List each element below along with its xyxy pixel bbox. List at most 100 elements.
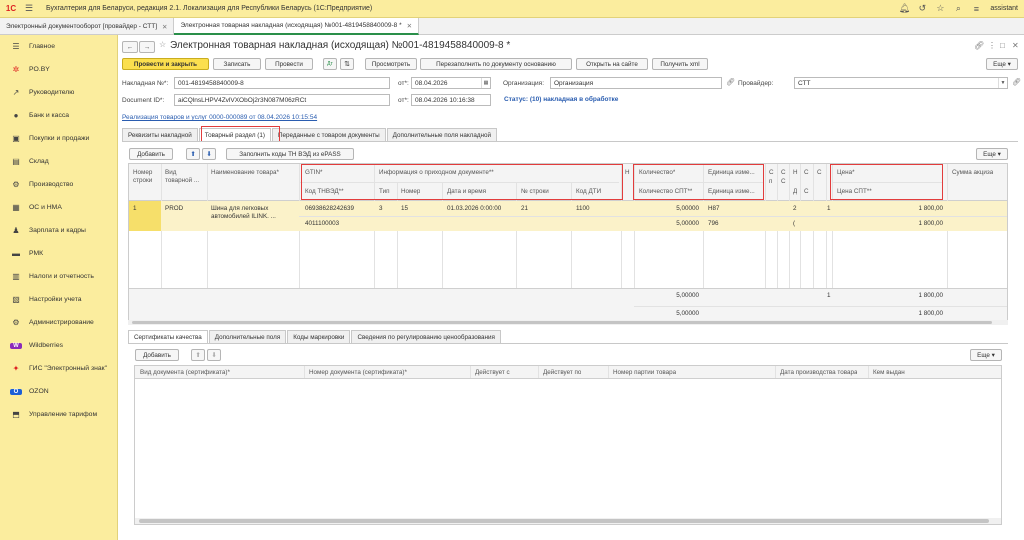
chevron-down-icon[interactable]: ▼ [998, 78, 1007, 88]
tab-extra-fields[interactable]: Дополнительные поля [208, 330, 287, 343]
more-button[interactable]: Еще ▾ [986, 58, 1018, 70]
fill-tnved-button[interactable]: Заполнить коды ТН ВЭД из ePASS [226, 148, 354, 160]
link-icon[interactable]: 🔗︎ [974, 41, 984, 50]
sidebar-item-settings[interactable]: ▧ Настройки учета [0, 288, 117, 311]
col-incoming-doc[interactable]: Информация о приходном документе** [379, 169, 494, 177]
cell-unit-spt[interactable]: 796 [708, 220, 719, 227]
open-tab-edo[interactable]: Электронный документооборот [провайдер -… [0, 18, 175, 35]
col-valid-to[interactable]: Действует по [543, 369, 581, 377]
cell-type[interactable]: 3 [379, 205, 383, 212]
col-number[interactable]: Номер [401, 188, 420, 196]
close-icon[interactable]: ✕ [407, 22, 412, 30]
cell-c5[interactable]: 1 [827, 205, 831, 212]
cell-c3-sub[interactable]: ( [793, 220, 795, 227]
cell-price-spt[interactable]: 1 800,00 [837, 220, 943, 227]
items-more-button[interactable]: Еще ▾ [976, 148, 1008, 160]
open-tab-invoice[interactable]: Электронная товарная накладная (исходяща… [174, 18, 420, 35]
scrollbar-thumb[interactable] [139, 519, 989, 523]
post-and-close-button[interactable]: Провести и закрыть [122, 58, 209, 70]
sidebar-item-rmk[interactable]: ▬ РМК [0, 242, 117, 265]
move-up-icon[interactable]: ⬆ [191, 349, 205, 361]
cell-quantity-spt[interactable]: 5,00000 [639, 220, 699, 227]
sidebar-item-assets[interactable]: ▦ ОС и НМА [0, 196, 117, 219]
sidebar-item-warehouse[interactable]: ▤ Склад [0, 150, 117, 173]
back-button[interactable]: ← [122, 41, 138, 53]
preview-button[interactable]: Просмотреть [365, 58, 417, 70]
tab-transferred-documents[interactable]: Переданные с товаром документы [271, 128, 386, 141]
star-icon[interactable]: ☆ [933, 3, 947, 14]
col-document-number[interactable]: Номер документа (сертификата)* [309, 369, 407, 377]
cell-goods-type[interactable]: PROD [165, 205, 183, 212]
provider-field[interactable]: СТТ ▼ [794, 77, 1008, 89]
add-certificate-button[interactable]: Добавить [135, 349, 179, 361]
cell-c3[interactable]: 2 [793, 205, 797, 212]
cell-row-number[interactable]: 1 [133, 205, 137, 212]
scrollbar-thumb[interactable] [132, 321, 992, 324]
history-icon[interactable]: ↺ [915, 3, 929, 14]
col-goods-type[interactable]: Вид товарной ... [165, 169, 205, 185]
star-icon[interactable]: ☆ [159, 40, 166, 49]
sidebar-item-sales[interactable]: ▣ Покупки и продажи [0, 127, 117, 150]
user-name[interactable]: assistant [990, 5, 1018, 12]
col-c1[interactable]: С [769, 169, 774, 177]
tab-price-regulation[interactable]: Сведения по регулированию ценообразовани… [351, 330, 501, 343]
col-quantity-spt[interactable]: Количество СПТ** [639, 188, 692, 196]
col-c3[interactable]: Н [793, 169, 798, 177]
col-unit-spt[interactable]: Единица изме... [708, 188, 755, 196]
maximize-icon[interactable]: □ [1000, 41, 1005, 50]
add-row-button[interactable]: Добавить [129, 148, 173, 160]
cell-datetime[interactable]: 01.03.2026 0:00:00 [447, 205, 501, 212]
forward-button[interactable]: → [139, 41, 155, 53]
search-icon[interactable]: ⌕ [951, 3, 965, 14]
sidebar-item-production[interactable]: ⚙ Производство [0, 173, 117, 196]
sidebar-item-salary[interactable]: ♟ Зарплата и кадры [0, 219, 117, 242]
organization-field[interactable]: Организация [550, 77, 722, 89]
col-price-spt[interactable]: Цена СПТ** [837, 188, 872, 196]
cell-unit[interactable]: H87 [708, 205, 720, 212]
calendar-icon[interactable]: ▦ [481, 78, 490, 88]
col-price[interactable]: Цена* [837, 169, 855, 177]
col-type[interactable]: Тип [379, 188, 390, 196]
cell-line-number[interactable]: 21 [521, 205, 528, 212]
col-c4[interactable]: С [804, 169, 809, 177]
more-vertical-icon[interactable]: ⋮ [988, 41, 996, 50]
close-icon[interactable]: ✕ [162, 23, 167, 31]
bell-icon[interactable]: 🔔︎ [897, 3, 911, 14]
col-line-number[interactable]: № строки [521, 188, 549, 196]
certificates-table[interactable]: Вид документа (сертификата)* Номер докум… [134, 365, 1002, 525]
link-icon[interactable]: 🔗︎ [1012, 78, 1021, 86]
basis-document-link[interactable]: Реализация товаров и услуг 0000-000089 о… [122, 114, 317, 121]
refill-button[interactable]: Перезаполнить по документу основанию [420, 58, 572, 70]
horizontal-scrollbar[interactable] [128, 320, 1008, 325]
col-quantity[interactable]: Количество* [639, 169, 675, 177]
cell-quantity[interactable]: 5,00000 [639, 205, 699, 212]
open-site-button[interactable]: Открыть на сайте [576, 58, 648, 70]
sidebar-item-ozon[interactable]: O OZON [0, 380, 117, 403]
col-document-type[interactable]: Вид документа (сертификата)* [140, 369, 230, 377]
cell-gtin[interactable]: 06938628242639 [305, 205, 354, 212]
tab-quality-certificates[interactable]: Сертификаты качества [128, 330, 208, 343]
app-logo[interactable]: 1С [0, 0, 22, 18]
sidebar-item-admin[interactable]: ⚙ Администрирование [0, 311, 117, 334]
col-c5[interactable]: С [817, 169, 822, 177]
tab-invoice-details[interactable]: Реквизиты накладной [122, 128, 198, 141]
col-goods-name[interactable]: Наименование товара* [211, 169, 279, 177]
tab-additional-fields[interactable]: Дополнительные поля накладной [386, 128, 497, 141]
close-icon[interactable]: ✕ [1012, 41, 1019, 50]
sidebar-item-manager[interactable]: ↗ Руководителю [0, 81, 117, 104]
certificates-more-button[interactable]: Еще ▾ [970, 349, 1002, 361]
invoice-number-field[interactable]: 001-4819458840009-8 [174, 77, 390, 89]
cell-tnved[interactable]: 4011100003 [305, 220, 339, 227]
link-icon[interactable]: 🔗︎ [726, 78, 735, 86]
col-tnved[interactable]: Код ТНВЭД** [305, 188, 344, 196]
date-field[interactable]: 08.04.2026 ▦ [411, 77, 491, 89]
datetime-field[interactable]: 08.04.2026 10:16:38 [411, 94, 491, 106]
sidebar-item-wildberries[interactable]: W Wildberries [0, 334, 117, 357]
col-row-number[interactable]: Номер строки [133, 169, 163, 185]
cell-number[interactable]: 15 [401, 205, 408, 212]
sidebar-item-gis[interactable]: ✦ ГИС "Электронный знак" [0, 357, 117, 380]
col-datetime[interactable]: Дата и время [447, 188, 486, 196]
dt-kt-icon[interactable]: Дт [323, 58, 337, 70]
horizontal-scrollbar[interactable] [135, 518, 1001, 524]
col-gtin[interactable]: GTIN* [305, 169, 323, 177]
